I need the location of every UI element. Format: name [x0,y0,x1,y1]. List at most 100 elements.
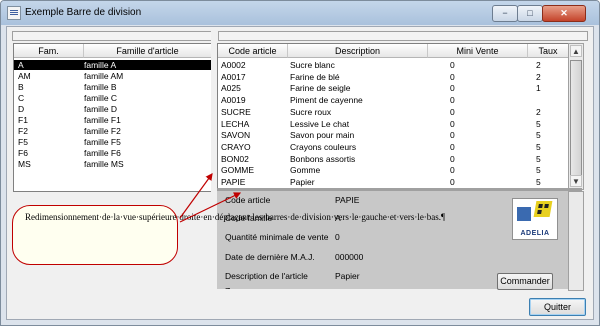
family-name-cell: famille F2 [84,126,121,136]
family-row[interactable]: F6 famille F6 [14,148,212,158]
family-name-cell: famille AM [84,71,124,81]
title-bar[interactable]: Exemple Barre de division − □ ✕ [1,1,599,25]
family-code-cell: AM [18,71,31,81]
article-description-cell: Gomme [290,165,321,176]
article-code-cell: A0002 [221,60,246,70]
article-code-cell: PAPIE [221,177,246,187]
column-header-description[interactable]: Description [288,44,428,58]
article-row[interactable]: A025 Farine de seigle 0 1 [218,83,569,93]
article-taux-cell: 5 [536,177,541,187]
article-code-cell: SUCRE [221,106,251,117]
family-row[interactable]: F1 famille F1 [14,115,212,125]
article-code-cell: BON02 [221,153,249,164]
article-row[interactable]: BON02 Bonbons assortis 0 5 [218,154,569,164]
family-row[interactable]: Bfamille B [14,82,212,92]
column-header-mini-vente[interactable]: Mini Vente [428,44,528,58]
family-code-cell: B [18,82,24,92]
family-row[interactable]: AM famille AM [14,71,212,81]
column-header-fam[interactable]: Fam. [14,44,84,58]
detail-scrollbar[interactable] [568,191,584,291]
detail-label: Description de l'article [225,271,308,281]
article-row[interactable]: A0017 Farine de blé 0 2 [218,72,569,82]
family-row[interactable]: F5 famille F5 [14,137,212,147]
family-code-cell: C [18,93,25,103]
detail-label: Code article [225,195,271,205]
logo-text: ADELIA [520,230,550,237]
minimize-button[interactable]: − [492,5,518,22]
articles-scrollbar[interactable]: ▲ ▼ [568,43,584,190]
article-taux-cell: 5 [536,165,541,176]
maximize-button[interactable]: □ [517,5,543,22]
article-row[interactable]: A0019 Piment de cayenne 0 [218,95,569,105]
article-row[interactable]: CRAYO Crayons couleurs 0 5 [218,142,569,152]
detail-label: Date de dernière M.A.J. [225,252,315,262]
article-row[interactable]: GOMME Gomme 0 5 [218,165,569,175]
families-grid[interactable]: Fam. Famille d'article Afamille A AM famil… [13,43,213,192]
article-description-cell: Crayons couleurs [290,141,357,152]
article-taux-cell: 5 [536,130,541,141]
article-description-cell: Farine de blé [290,71,340,82]
column-header-taux[interactable]: Taux [528,44,569,58]
scroll-down-icon[interactable]: ▼ [570,175,582,187]
family-name-cell: famille B [84,82,117,92]
article-mini-vente-cell: 0 [450,71,455,82]
family-row[interactable]: MS famille MS [14,159,212,169]
article-row[interactable]: SAVON Savon pour main 0 5 [218,130,569,140]
article-code-cell: CRAYO [221,141,251,152]
detail-value: 000000 [335,252,364,262]
commander-button[interactable]: Commander [497,273,553,290]
article-row[interactable]: A0002 Sucre blanc 0 2 [218,60,569,70]
article-mini-vente-cell: 0 [450,141,455,152]
detail-label: Quantité minimale de vente [225,232,329,242]
article-taux-cell: 2 [536,71,541,82]
callout-text: Redimensionnement·de·la·vue·supérieure·d… [25,212,445,224]
article-taux-cell: 2 [536,106,541,117]
family-name-cell: famille C [84,93,118,103]
article-row[interactable]: LECHA Lessive Le chat 0 5 [218,119,569,129]
family-row[interactable]: Cfamille C [14,93,212,103]
article-taux-cell: 5 [536,153,541,164]
article-taux-cell: 1 [536,83,541,94]
family-row[interactable]: Dfamille D [14,104,212,114]
left-pane-header-strip [12,31,212,41]
family-row[interactable]: Afamille A [14,60,212,70]
article-mini-vente-cell: 0 [450,130,455,141]
article-mini-vente-cell: 0 [450,153,455,164]
article-code-cell: LECHA [221,118,250,129]
article-mini-vente-cell: 0 [450,177,455,187]
scroll-up-icon[interactable]: ▲ [570,45,582,57]
articles-grid[interactable]: Code article Description Mini Vente Taux… [217,43,570,190]
scroll-thumb[interactable] [570,60,582,176]
family-name-cell: famille MS [84,159,124,169]
quitter-button[interactable]: Quitter [529,298,586,316]
family-code-cell: F5 [18,137,28,147]
article-code-cell: A0017 [221,71,246,82]
article-row[interactable]: PAPIE Papier 0 5 [218,177,569,187]
article-mini-vente-cell: 0 [450,83,455,94]
family-name-cell: famille F5 [84,137,121,147]
family-name-cell: famille F6 [84,148,121,158]
column-header-famille-article[interactable]: Famille d'article [84,44,212,58]
article-mini-vente-cell: 0 [450,118,455,129]
article-description-cell: Papier [290,177,315,187]
family-row[interactable]: F2 famille F2 [14,126,212,136]
article-code-cell: A0019 [221,95,246,106]
article-row[interactable]: SUCRE Sucre roux 0 2 [218,107,569,117]
app-icon [7,6,21,20]
logo-blue-square [517,207,531,221]
column-header-code-article[interactable]: Code article [218,44,288,58]
family-code-cell: F6 [18,148,28,158]
logo-dice-icon [533,201,553,217]
close-button[interactable]: ✕ [542,5,586,22]
article-description-cell: Sucre roux [290,106,332,117]
article-code-cell: A025 [221,83,241,94]
article-mini-vente-cell: 0 [450,95,455,106]
article-code-cell: SAVON [221,130,251,141]
detail-value: Papier [335,271,360,281]
right-pane-header-strip [218,31,588,41]
window-title: Exemple Barre de division [25,7,142,18]
article-mini-vente-cell: 0 [450,165,455,176]
article-code-cell: GOMME [221,165,255,176]
article-description-cell: Sucre blanc [290,60,335,70]
adelia-logo: ADELIA [512,198,558,240]
